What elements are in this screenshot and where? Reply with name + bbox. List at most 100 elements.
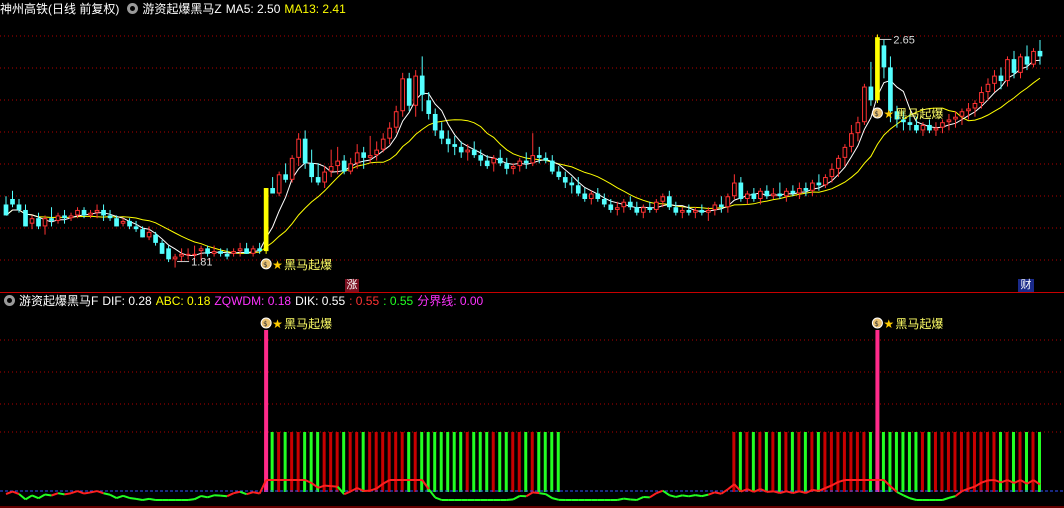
oscillator-column [433,432,437,492]
oscillator-line [434,496,443,501]
oscillator-column [1031,432,1035,492]
candle-body [745,193,750,199]
oscillator-column [914,432,918,492]
oscillator-line [324,484,332,488]
candle-body [218,251,223,254]
candle-body [153,234,158,243]
zhang-badge[interactable]: 涨 [345,279,359,292]
candle-body [367,155,373,158]
oscillator-column [368,432,372,492]
oscillator-column [849,432,853,492]
money-bag-glyph: $ [874,320,878,328]
oscillator-line [148,497,156,501]
candle-body [296,138,301,158]
oscillator-line [246,491,254,496]
oscillator-column [504,432,508,492]
oscillator-column [478,432,482,492]
oscillator-column [296,432,300,492]
oscillator-column [777,432,781,492]
oscillator-column [498,432,502,492]
candle-body [400,78,406,112]
candle-body [549,160,555,172]
oscillator-column [972,432,976,492]
candle-body [640,207,646,213]
oscillator-column [426,432,430,492]
oscillator-line [5,490,13,495]
candle-body [849,133,854,147]
oscillator-column [439,432,443,492]
oscillator-column [387,432,391,492]
candle-body [842,146,848,158]
signal-spike [875,330,880,492]
oscillator-column [316,432,320,492]
candle-body [380,138,386,150]
oscillator-column [810,432,814,492]
oscillator-column [1018,432,1022,492]
candle-body [692,209,698,213]
oscillator-line [720,488,729,495]
candle-body [575,185,581,194]
oscillator-line [766,490,774,493]
oscillator-line [701,493,709,498]
oscillator-line [194,495,202,501]
oscillator-column [283,432,287,492]
money-bag-glyph: $ [263,261,267,269]
candle-body [627,201,633,208]
candle-body [673,207,679,213]
candle-body [114,218,119,227]
candle-body [517,160,523,167]
candle-body [140,229,145,238]
candle-body [315,177,321,183]
candle-body [1024,56,1030,65]
candle-body [237,248,243,252]
oscillator-column [940,432,944,492]
oscillator-line [226,492,235,498]
candle-body [803,188,809,191]
candle-body [127,220,132,227]
candle-body [855,122,861,134]
oscillator-column [511,432,515,492]
oscillator-column [420,432,424,492]
candle-body [784,190,789,197]
candle-body [797,188,802,194]
candle-body [146,231,152,238]
candle-body [621,201,627,208]
oscillator-column [745,432,749,492]
oscillator-column [901,432,905,492]
oscillator-line [896,491,904,497]
candle-body [504,163,510,169]
candle-body [959,111,965,117]
candle-body [159,242,165,254]
oscillator-column [530,432,534,492]
candle-body [172,256,178,260]
candle-body [907,122,913,125]
candle-body [829,168,835,178]
candle-body [263,188,269,252]
candle-body [816,182,822,186]
oscillator-column [881,432,885,492]
cai-badge[interactable]: 财 [1018,279,1034,292]
candle-body [88,212,93,216]
candle-body [686,209,692,213]
candle-body [979,92,984,104]
candle-body [231,251,236,254]
candle-body [862,86,867,123]
candle-body [387,127,393,139]
oscillator-line [909,497,917,501]
oscillator-column [985,432,989,492]
oscillator-line [233,490,241,495]
oscillator-column [959,432,963,492]
oscillator-column [751,432,755,492]
oscillator-column [270,432,274,492]
candle-body [250,248,256,254]
candle-body [985,83,991,93]
candle-body [966,108,971,112]
candle-body [653,201,659,210]
candle-body [341,160,347,172]
candle-body [432,113,438,131]
stock-chart-window: { "main_header": { "stock_name": "神州高铁",… [0,0,1064,508]
candle-body [888,67,893,112]
candle-body [992,75,997,84]
candle-body [595,193,601,199]
candle-body [94,209,100,213]
